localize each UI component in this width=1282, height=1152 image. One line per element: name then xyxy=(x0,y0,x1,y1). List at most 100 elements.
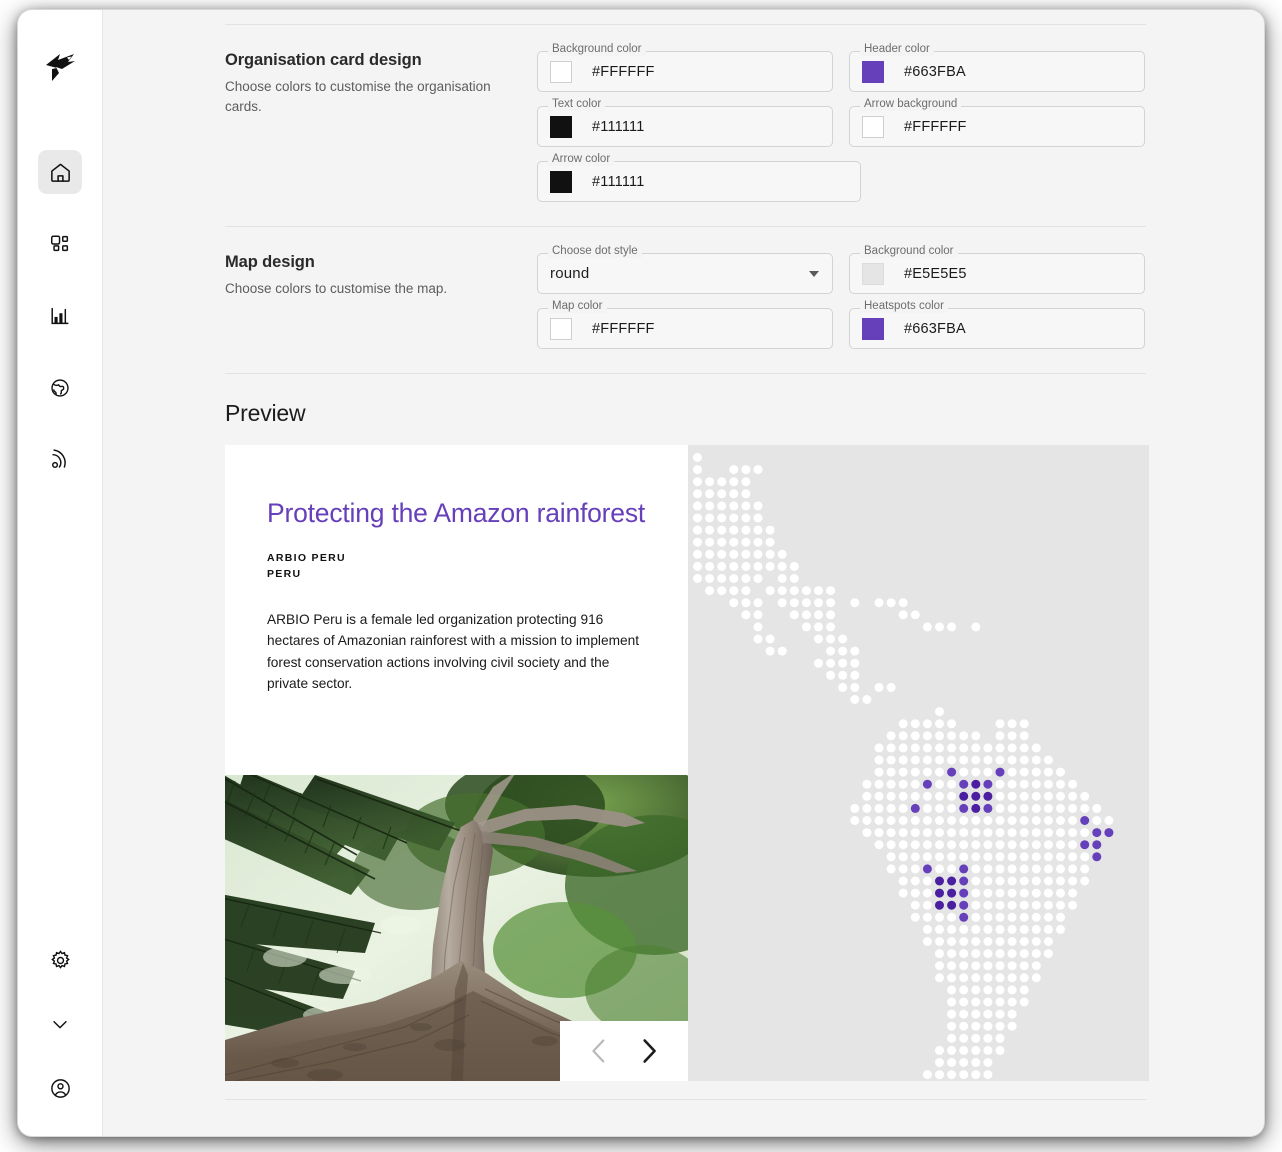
map-dot xyxy=(898,610,908,620)
map-dot xyxy=(741,501,751,511)
map-dot xyxy=(717,513,727,523)
map-dot xyxy=(838,670,848,680)
map-dot xyxy=(862,695,872,704)
color-swatch[interactable] xyxy=(550,170,572,193)
map-dot xyxy=(995,791,1005,801)
chevron-down-icon[interactable] xyxy=(809,270,819,277)
map-dot xyxy=(1019,924,1029,934)
divider-preview xyxy=(225,373,1146,374)
map-dot xyxy=(935,767,944,777)
field-heatspots-color[interactable]: Heatspots color #663FBA xyxy=(849,300,1145,349)
map-dot xyxy=(777,646,787,656)
field-value: #E5E5E5 xyxy=(904,265,967,282)
map-dot xyxy=(1031,852,1041,862)
map-dot xyxy=(959,731,969,741)
color-swatch[interactable] xyxy=(862,115,884,138)
sidebar-item-settings[interactable] xyxy=(38,938,82,982)
divider-bottom xyxy=(225,1099,1146,1100)
sidebar-item-globe[interactable] xyxy=(38,366,82,410)
field-map-background-color[interactable]: Background color #E5E5E5 xyxy=(849,245,1145,294)
field-value: #111111 xyxy=(592,173,645,190)
carousel-prev-button[interactable] xyxy=(586,1038,612,1064)
sidebar-item-expand[interactable] xyxy=(38,1002,82,1046)
sidebar-item-account[interactable] xyxy=(38,1066,82,1110)
map-dot xyxy=(693,453,702,462)
map-dot xyxy=(717,586,727,596)
map-dot xyxy=(995,1045,1005,1055)
sidebar-item-dashboard[interactable] xyxy=(38,222,82,266)
field-background-color[interactable]: Background color #FFFFFF xyxy=(537,43,833,92)
field-arrow-color[interactable]: Arrow color #111111 xyxy=(537,153,861,202)
map-dot xyxy=(717,525,727,535)
color-swatch[interactable] xyxy=(550,317,572,340)
map-dot xyxy=(705,549,715,559)
map-dot xyxy=(1056,924,1065,934)
color-swatch[interactable] xyxy=(550,60,572,83)
map-heatspot-dot xyxy=(983,779,993,789)
map-dot xyxy=(705,586,715,596)
map-dot xyxy=(995,912,1005,922)
sidebar-item-home[interactable] xyxy=(38,150,82,194)
organisation-card: Protecting the Amazon rainforest ARBIO P… xyxy=(225,445,688,1081)
map-dot xyxy=(1019,985,1029,995)
field-arrow-background[interactable]: Arrow background #FFFFFF xyxy=(849,98,1145,147)
carousel-next-button[interactable] xyxy=(636,1038,662,1064)
origami-bird-logo-icon xyxy=(46,54,75,81)
map-dot xyxy=(1031,755,1041,765)
map-dot xyxy=(935,912,944,922)
map-dot xyxy=(729,525,739,535)
map-dot xyxy=(765,646,775,656)
map-dot xyxy=(777,586,787,596)
map-dot xyxy=(971,743,981,753)
map-dot xyxy=(801,586,811,596)
map-dot xyxy=(886,816,896,825)
field-dot-style-select[interactable]: Choose dot style round xyxy=(537,245,833,294)
map-dot xyxy=(705,489,715,499)
map-dot xyxy=(862,828,872,838)
map-dot xyxy=(971,985,981,995)
sidebar-item-broadcast[interactable] xyxy=(38,438,82,482)
map-dot xyxy=(801,622,811,632)
map-dot xyxy=(1043,912,1053,922)
map-dot xyxy=(1080,803,1090,813)
map-dot xyxy=(947,791,957,801)
sidebar-item-analytics[interactable] xyxy=(38,294,82,338)
map-heatspot-dot xyxy=(910,803,920,813)
app-window: Organisation card design Choose colors t… xyxy=(18,10,1264,1136)
map-dot xyxy=(1043,816,1053,825)
color-swatch[interactable] xyxy=(862,60,884,83)
dot-map-preview[interactable] xyxy=(688,445,1149,1081)
map-dot xyxy=(910,816,920,825)
field-header-color[interactable]: Header color #663FBA xyxy=(849,43,1145,92)
map-dot xyxy=(995,803,1005,813)
map-heatspot-dot xyxy=(959,900,969,910)
field-value: #663FBA xyxy=(904,63,966,80)
map-dot xyxy=(1019,731,1029,741)
map-dot xyxy=(693,513,702,523)
map-dot xyxy=(729,561,739,571)
map-dot xyxy=(983,961,993,971)
card-country: PERU xyxy=(267,568,302,581)
field-map-color[interactable]: Map color #FFFFFF xyxy=(537,300,833,349)
map-dot xyxy=(1043,924,1053,934)
color-swatch[interactable] xyxy=(550,115,572,138)
map-dot xyxy=(886,767,896,777)
map-dot xyxy=(801,598,811,608)
sidebar-secondary-nav xyxy=(18,938,102,1110)
map-dot xyxy=(983,1070,993,1080)
field-text-color[interactable]: Text color #111111 xyxy=(537,98,833,147)
map-dot xyxy=(995,719,1005,729)
map-dot xyxy=(753,465,763,475)
color-swatch[interactable] xyxy=(862,317,884,340)
map-dot xyxy=(995,852,1005,862)
map-dot xyxy=(838,682,848,692)
user-account-icon xyxy=(50,1078,70,1098)
color-swatch[interactable] xyxy=(862,262,884,285)
app-logo[interactable] xyxy=(37,42,83,88)
map-heatspot-dot xyxy=(947,900,957,910)
map-heatspot-dot xyxy=(971,803,981,813)
map-dot xyxy=(693,477,702,487)
map-dot xyxy=(898,791,908,801)
field-label: Map color xyxy=(548,300,607,313)
map-dot xyxy=(741,477,751,487)
